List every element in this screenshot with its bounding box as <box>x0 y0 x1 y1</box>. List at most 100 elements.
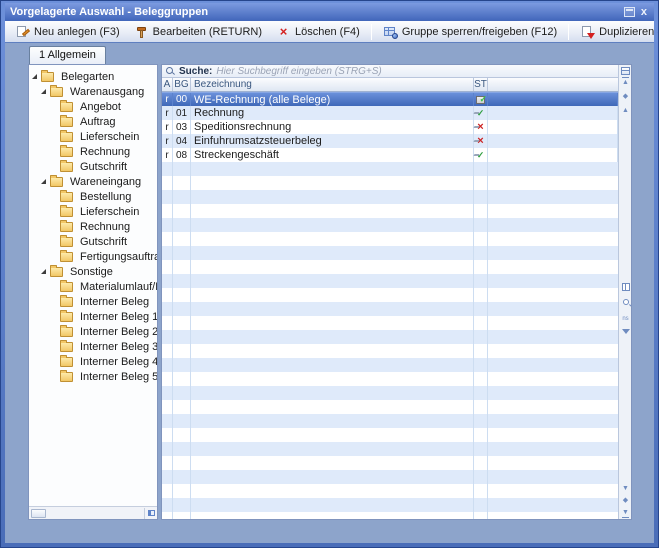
column-header-bezeichnung[interactable]: Bezeichnung <box>191 78 474 91</box>
tree-item-auftrag[interactable]: Auftrag <box>29 114 157 129</box>
title-bar: Vorgelagerte Auswahl - Beleggruppen x <box>5 3 654 21</box>
folder-icon <box>60 129 73 142</box>
duplicate-button[interactable]: Duplizieren (F8) <box>574 22 658 42</box>
tree-item-bestellung[interactable]: Bestellung <box>29 189 157 204</box>
records-count-icon[interactable]: ns <box>619 315 631 323</box>
folder-icon <box>50 174 63 187</box>
panel-toggle-icon <box>147 510 155 516</box>
cell-bezeichnung: Rechnung <box>191 106 474 120</box>
search-label: Suche: <box>179 65 213 77</box>
folder-icon <box>60 189 73 202</box>
folder-icon <box>60 354 73 367</box>
tree-item-belegarten[interactable]: Belegarten <box>29 69 157 84</box>
panel-toggle-button[interactable] <box>144 507 157 519</box>
client-area: Neu anlegen (F3) Bearbeiten (RETURN) × L… <box>5 21 658 543</box>
filter-icon[interactable] <box>619 329 631 337</box>
delete-icon: × <box>279 23 288 39</box>
new-button[interactable]: Neu anlegen (F3) <box>9 22 126 42</box>
table-row[interactable]: r 01 Rechnung <box>162 106 618 120</box>
table-row[interactable]: r 04 Einfuhrumsatzsteuerbeleg <box>162 134 618 148</box>
folder-icon <box>60 294 73 307</box>
tree-item-interner-beleg-4[interactable]: Interner Beleg 4 (PPS) <box>29 354 157 369</box>
scroll-marker-icon[interactable]: ◆ <box>619 93 631 101</box>
scroll-down-icon[interactable]: ▼ <box>619 485 631 493</box>
duplicate-icon <box>580 25 596 39</box>
table-row[interactable]: r 03 Speditionsrechnung <box>162 120 618 134</box>
tree-item-interner-beleg-2[interactable]: Interner Beleg 2 (PPS) <box>29 324 157 339</box>
column-header-a[interactable]: A <box>162 78 173 91</box>
tree-item-interner-beleg-1[interactable]: Interner Beleg 1 (PPS) <box>29 309 157 324</box>
dialog-window: Vorgelagerte Auswahl - Beleggruppen x Ne… <box>0 0 659 548</box>
empty-rows-area <box>162 162 618 519</box>
folder-icon <box>60 369 73 382</box>
folder-icon <box>60 114 73 127</box>
columns-options-icon[interactable] <box>619 283 631 294</box>
tree-item-gutschrift[interactable]: Gutschrift <box>29 159 157 174</box>
column-chooser-icon[interactable] <box>619 67 631 76</box>
delete-button[interactable]: × Löschen (F4) <box>270 22 366 42</box>
cell-a: r <box>162 93 173 106</box>
grid-search-row[interactable]: Suche: Hier Suchbegriff eingeben (STRG+S… <box>162 65 631 78</box>
tree-item-angebot[interactable]: Angebot <box>29 99 157 114</box>
tree-item-rechnung[interactable]: Rechnung <box>29 144 157 159</box>
scroll-top-icon[interactable]: ▲ <box>619 77 631 87</box>
expander-icon[interactable] <box>41 179 46 184</box>
window-title: Vorgelagerte Auswahl - Beleggruppen <box>10 6 209 18</box>
lock-group-button[interactable]: Gruppe sperren/freigeben (F12) <box>377 22 563 42</box>
cell-bezeichnung: Speditionsrechnung <box>191 120 474 134</box>
scroll-up-icon[interactable]: ▲ <box>619 107 631 115</box>
grid-rows: r 00 WE-Rechnung (alle Belege) r 01 Rech… <box>162 92 618 162</box>
tab-allgemein[interactable]: 1 Allgemein <box>29 46 106 64</box>
tree-item-lieferschein[interactable]: Lieferschein <box>29 129 157 144</box>
page-area: 1 Allgemein Belegarten Warenausgang Ange… <box>5 43 654 543</box>
tree-item-rechnung-we-selected[interactable]: Rechnung <box>29 219 157 234</box>
toolbar: Neu anlegen (F3) Bearbeiten (RETURN) × L… <box>5 21 658 43</box>
cell-bezeichnung: WE-Rechnung (alle Belege) <box>191 93 474 106</box>
restore-icon[interactable] <box>623 7 635 17</box>
folder-icon <box>50 84 63 97</box>
folder-icon <box>60 339 73 352</box>
folder-icon <box>60 309 73 322</box>
folder-icon <box>50 264 63 277</box>
tree-item-sonstige[interactable]: Sonstige <box>29 264 157 279</box>
expander-icon[interactable] <box>41 269 46 274</box>
tree-item-interner-beleg-3[interactable]: Interner Beleg 3 (PPS) <box>29 339 157 354</box>
column-header-bg[interactable]: BG <box>173 78 191 91</box>
scrollbar-thumb[interactable] <box>31 508 46 518</box>
expander-icon[interactable] <box>41 89 46 94</box>
new-button-label: Neu anlegen (F3) <box>34 25 120 38</box>
tree-panel: Belegarten Warenausgang Angebot Auftrag … <box>28 64 158 520</box>
lock-group-button-label: Gruppe sperren/freigeben (F12) <box>401 25 558 38</box>
folder-icon <box>60 279 73 292</box>
scroll-bottom-icon[interactable]: ▼ <box>619 509 631 518</box>
cell-bg: 00 <box>173 93 191 106</box>
search-row-icon <box>165 66 175 76</box>
delete-button-label: Löschen (F4) <box>295 25 360 38</box>
edit-button[interactable]: Bearbeiten (RETURN) <box>128 22 268 42</box>
scroll-marker-bottom-icon[interactable]: ◆ <box>619 497 631 505</box>
tree-item-fertigungsauftrag[interactable]: Fertigungsauftrag (PPS) <box>29 249 157 264</box>
folder-icon <box>60 144 73 157</box>
tree-horizontal-scrollbar[interactable] <box>29 506 157 519</box>
toolbar-separator <box>568 23 570 40</box>
tree-item-lieferschein-we[interactable]: Lieferschein <box>29 204 157 219</box>
table-row[interactable]: r 00 WE-Rechnung (alle Belege) <box>162 92 618 106</box>
tree-item-wareneingang[interactable]: Wareneingang <box>29 174 157 189</box>
tree-item-materialumlauf[interactable]: Materialumlauf/Reparatur <box>29 279 157 294</box>
table-row[interactable]: r 08 Streckengeschäft <box>162 148 618 162</box>
column-header-st[interactable]: ST <box>474 78 488 91</box>
edit-button-label: Bearbeiten (RETURN) <box>152 25 263 38</box>
cell-bg: 08 <box>173 148 191 162</box>
tree-item-interner-beleg[interactable]: Interner Beleg <box>29 294 157 309</box>
search-rows-icon[interactable] <box>619 299 631 308</box>
expander-icon[interactable] <box>32 74 37 79</box>
cell-bg: 03 <box>173 120 191 134</box>
tree-item-warenausgang[interactable]: Warenausgang <box>29 84 157 99</box>
close-icon[interactable]: x <box>639 7 649 18</box>
tree-item-interner-beleg-5[interactable]: Interner Beleg 5 (PPS) <box>29 369 157 384</box>
tree-item-gutschrift-we[interactable]: Gutschrift <box>29 234 157 249</box>
grid-header-row: A BG Bezeichnung ST <box>162 78 618 92</box>
duplicate-button-label: Duplizieren (F8) <box>599 25 658 38</box>
search-placeholder: Hier Suchbegriff eingeben (STRG+S) <box>216 65 382 77</box>
folder-icon <box>60 234 73 247</box>
